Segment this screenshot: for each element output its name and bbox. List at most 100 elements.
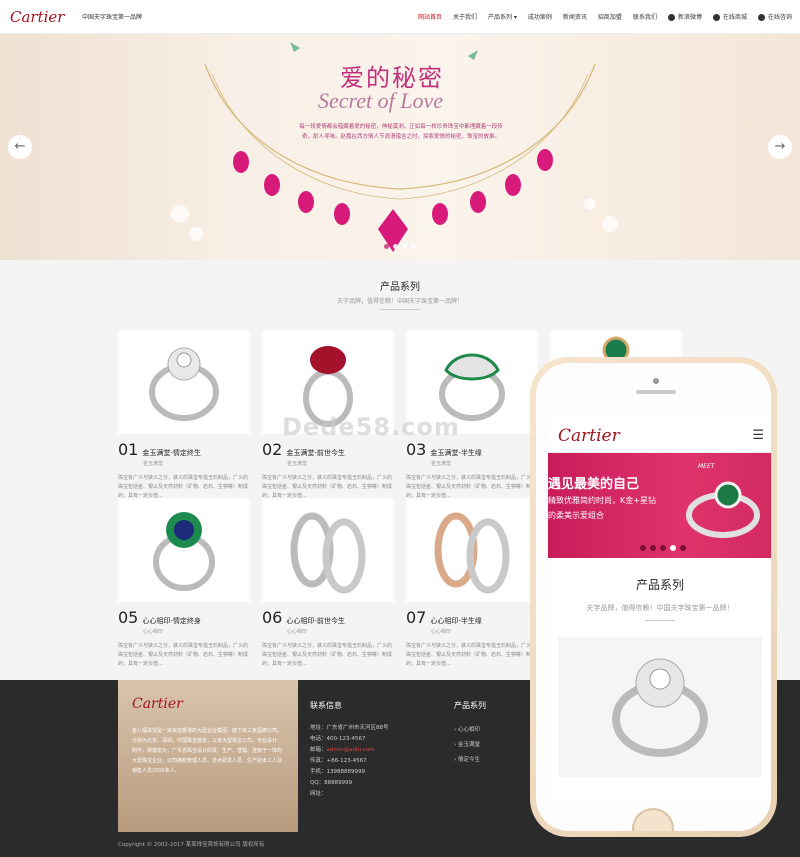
mobile-banner-dot[interactable] xyxy=(640,545,646,551)
util-weibo[interactable]: 新浪微博 xyxy=(667,12,702,21)
contact-value: 13988889999 xyxy=(326,769,366,775)
email-link[interactable]: admin@aidu.com xyxy=(327,747,375,753)
nav-item-news[interactable]: 新闻资讯 xyxy=(563,12,587,21)
contact-label: 邮箱： xyxy=(310,747,327,753)
product-category: 心心相印 xyxy=(287,629,308,635)
cart-icon xyxy=(712,14,720,21)
product-card[interactable]: 05 心心相印-情定终身 心心相印 珠宝有广义与狭义之分，狭义的珠宝专指玉石制品，… xyxy=(118,498,250,669)
nav-item-products[interactable]: 产品系列 ▾ xyxy=(488,12,517,21)
nav-item-join[interactable]: 招商加盟 xyxy=(598,12,622,21)
mobile-banner-tag: MEET xyxy=(698,463,715,470)
product-category: 金玉满堂 xyxy=(143,461,164,467)
nav-item-about[interactable]: 关于我们 xyxy=(453,12,477,21)
product-description: 珠宝有广义与狭义之分，狭义的珠宝专指玉石制品，广义的珠宝包括金、银以及天然材料（… xyxy=(118,475,249,499)
footer-product-link[interactable]: › 心心相印 xyxy=(454,723,486,738)
mobile-product-card[interactable] xyxy=(558,637,762,777)
watermark: Dede58.com xyxy=(282,413,460,441)
product-number: 06 xyxy=(262,608,283,627)
product-description: 珠宝有广义与狭义之分，狭义的珠宝专指玉石制品，广义的珠宝包括金、银以及天然材料（… xyxy=(262,643,393,667)
footer-email: 邮箱：admin@aidu.com xyxy=(310,745,389,756)
footer-products-title: 产品系列 xyxy=(454,701,486,710)
product-image[interactable] xyxy=(406,498,538,602)
banner-next-button[interactable]: → xyxy=(768,135,792,159)
footer-qq: QQ：88889999 xyxy=(310,778,389,789)
main-nav: 网站首页 关于我们 产品系列 ▾ 成功案例 新闻资讯 招商加盟 联系我们 新浪微… xyxy=(407,12,792,21)
product-image[interactable] xyxy=(118,498,250,602)
mobile-banner-dot[interactable] xyxy=(650,545,656,551)
contact-value: +86-123-4567 xyxy=(326,758,367,764)
mobile-section-title: 产品系列 xyxy=(635,578,684,592)
mobile-banner-dot[interactable] xyxy=(680,545,686,551)
hero-banner: 爱的秘密 Secret of Love 每一段爱情都会蕴藏着爱的秘密，神秘莫测。… xyxy=(0,34,800,260)
hamburger-menu-icon[interactable]: ☰ xyxy=(752,428,764,443)
footer-product-link-label: 金玉满堂 xyxy=(457,742,480,748)
footer-logo: Cartier xyxy=(132,696,183,712)
speaker-grille xyxy=(636,390,676,394)
product-card[interactable]: 01 金玉满堂-情定终生 金玉满堂 珠宝有广义与狭义之分，狭义的珠宝专指玉石制品，… xyxy=(118,330,250,501)
products-section-title: 产品系列 xyxy=(380,282,420,293)
phone-body: Cartier ☰ MEET 遇见最美的自己 精致优雅简约时尚，K金+星钻 的柔… xyxy=(536,363,771,831)
site-slogan: 中国夫字珠宝第一品牌 xyxy=(82,14,143,21)
camera-icon xyxy=(653,378,659,384)
util-shop-label: 在线商城 xyxy=(722,14,747,21)
product-number: 03 xyxy=(406,440,427,459)
product-number: 02 xyxy=(262,440,283,459)
footer-product-link[interactable]: › 金玉满堂 xyxy=(454,738,486,753)
contact-value: 400-123-4567 xyxy=(326,736,366,742)
footer-phone: 电话：400-123-4567 xyxy=(310,734,389,745)
util-shop[interactable]: 在线商城 xyxy=(712,12,747,21)
banner-dot[interactable] xyxy=(384,244,389,249)
contact-label: 手机： xyxy=(310,769,327,775)
product-number: 05 xyxy=(118,608,139,627)
product-image[interactable] xyxy=(262,498,394,602)
product-name[interactable]: 心心相印-情定终身 xyxy=(142,616,201,626)
product-card[interactable]: 07 心心相印-半生缘 心心相印 珠宝有广义与狭义之分，狭义的珠宝专指玉石制品，广… xyxy=(406,498,538,669)
mobile-banner[interactable]: MEET 遇见最美的自己 精致优雅简约时尚，K金+星钻 的柔美示爱组合 xyxy=(548,453,771,558)
product-name[interactable]: 心心相印-半生缘 xyxy=(430,616,482,626)
banner-dot[interactable] xyxy=(393,244,398,249)
contact-label: 电话： xyxy=(310,736,327,742)
footer-fax: 传真：+86-123-4567 xyxy=(310,756,389,767)
product-card[interactable]: 06 心心相印-前世今生 心心相印 珠宝有广义与狭义之分，狭义的珠宝专指玉石制品，… xyxy=(262,498,394,669)
contact-label: 传真： xyxy=(310,758,327,764)
mobile-section-subtitle: 夫字品牌，值得信赖！中国夫字珠宝第一品牌！ xyxy=(586,604,734,612)
products-section-subtitle: 夫字品牌，值得信赖！中国夫字珠宝第一品牌！ xyxy=(336,298,463,305)
home-button[interactable] xyxy=(632,808,674,831)
contact-label: QQ： xyxy=(310,780,325,786)
weibo-icon xyxy=(667,14,675,21)
product-description: 珠宝有广义与狭义之分，狭义的珠宝专指玉石制品，广义的珠宝包括金、银以及天然材料（… xyxy=(262,475,393,499)
util-chat[interactable]: 在线咨询 xyxy=(757,12,792,21)
product-category: 金玉满堂 xyxy=(431,461,452,467)
contact-value: 广东省广州市天河区88号 xyxy=(326,725,389,731)
footer-contact: 联系信息 地址：广东省广州市天河区88号 电话：400-123-4567 邮箱：… xyxy=(310,700,389,800)
footer-products: 产品系列 › 心心相印 › 金玉满堂 › 情定今生 xyxy=(454,700,486,768)
section-divider xyxy=(380,309,420,310)
footer-product-link-label: 情定今生 xyxy=(457,757,480,763)
product-category: 心心相印 xyxy=(143,629,164,635)
nav-item-contact[interactable]: 联系我们 xyxy=(633,12,657,21)
product-name[interactable]: 金玉满堂-前世今生 xyxy=(286,448,345,458)
product-name[interactable]: 心心相印-前世今生 xyxy=(286,616,345,626)
phone-mockup: Cartier ☰ MEET 遇见最美的自己 精致优雅简约时尚，K金+星钻 的柔… xyxy=(530,357,777,837)
copyright: Copyright © 2002-2017 某某珠宝首饰有限公司 版权所有 xyxy=(118,842,265,848)
product-image[interactable] xyxy=(118,330,250,434)
nav-item-home[interactable]: 网站首页 xyxy=(418,12,442,21)
site-logo[interactable]: Cartier xyxy=(10,8,72,26)
product-name[interactable]: 金玉满堂-情定终生 xyxy=(142,448,201,458)
product-name[interactable]: 金玉满堂-半生缘 xyxy=(430,448,482,458)
contact-label: 网址： xyxy=(310,791,327,797)
banner-dot[interactable] xyxy=(411,244,416,249)
mobile-logo[interactable]: Cartier xyxy=(558,426,620,446)
mobile-banner-dot[interactable] xyxy=(670,545,676,551)
nav-item-cases[interactable]: 成功案例 xyxy=(528,12,552,21)
footer-contact-title: 联系信息 xyxy=(310,701,342,710)
product-number: 01 xyxy=(118,440,139,459)
footer-product-link[interactable]: › 情定今生 xyxy=(454,753,486,768)
banner-dot[interactable] xyxy=(402,244,407,249)
mobile-banner-dot[interactable] xyxy=(660,545,666,551)
mobile-banner-headline: 遇见最美的自己 xyxy=(548,477,640,492)
util-chat-label: 在线咨询 xyxy=(767,14,792,21)
footer-mobile: 手机：13988889999 xyxy=(310,767,389,778)
banner-prev-button[interactable]: ← xyxy=(8,135,32,159)
mobile-banner-line: 的柔美示爱组合 xyxy=(548,511,604,520)
